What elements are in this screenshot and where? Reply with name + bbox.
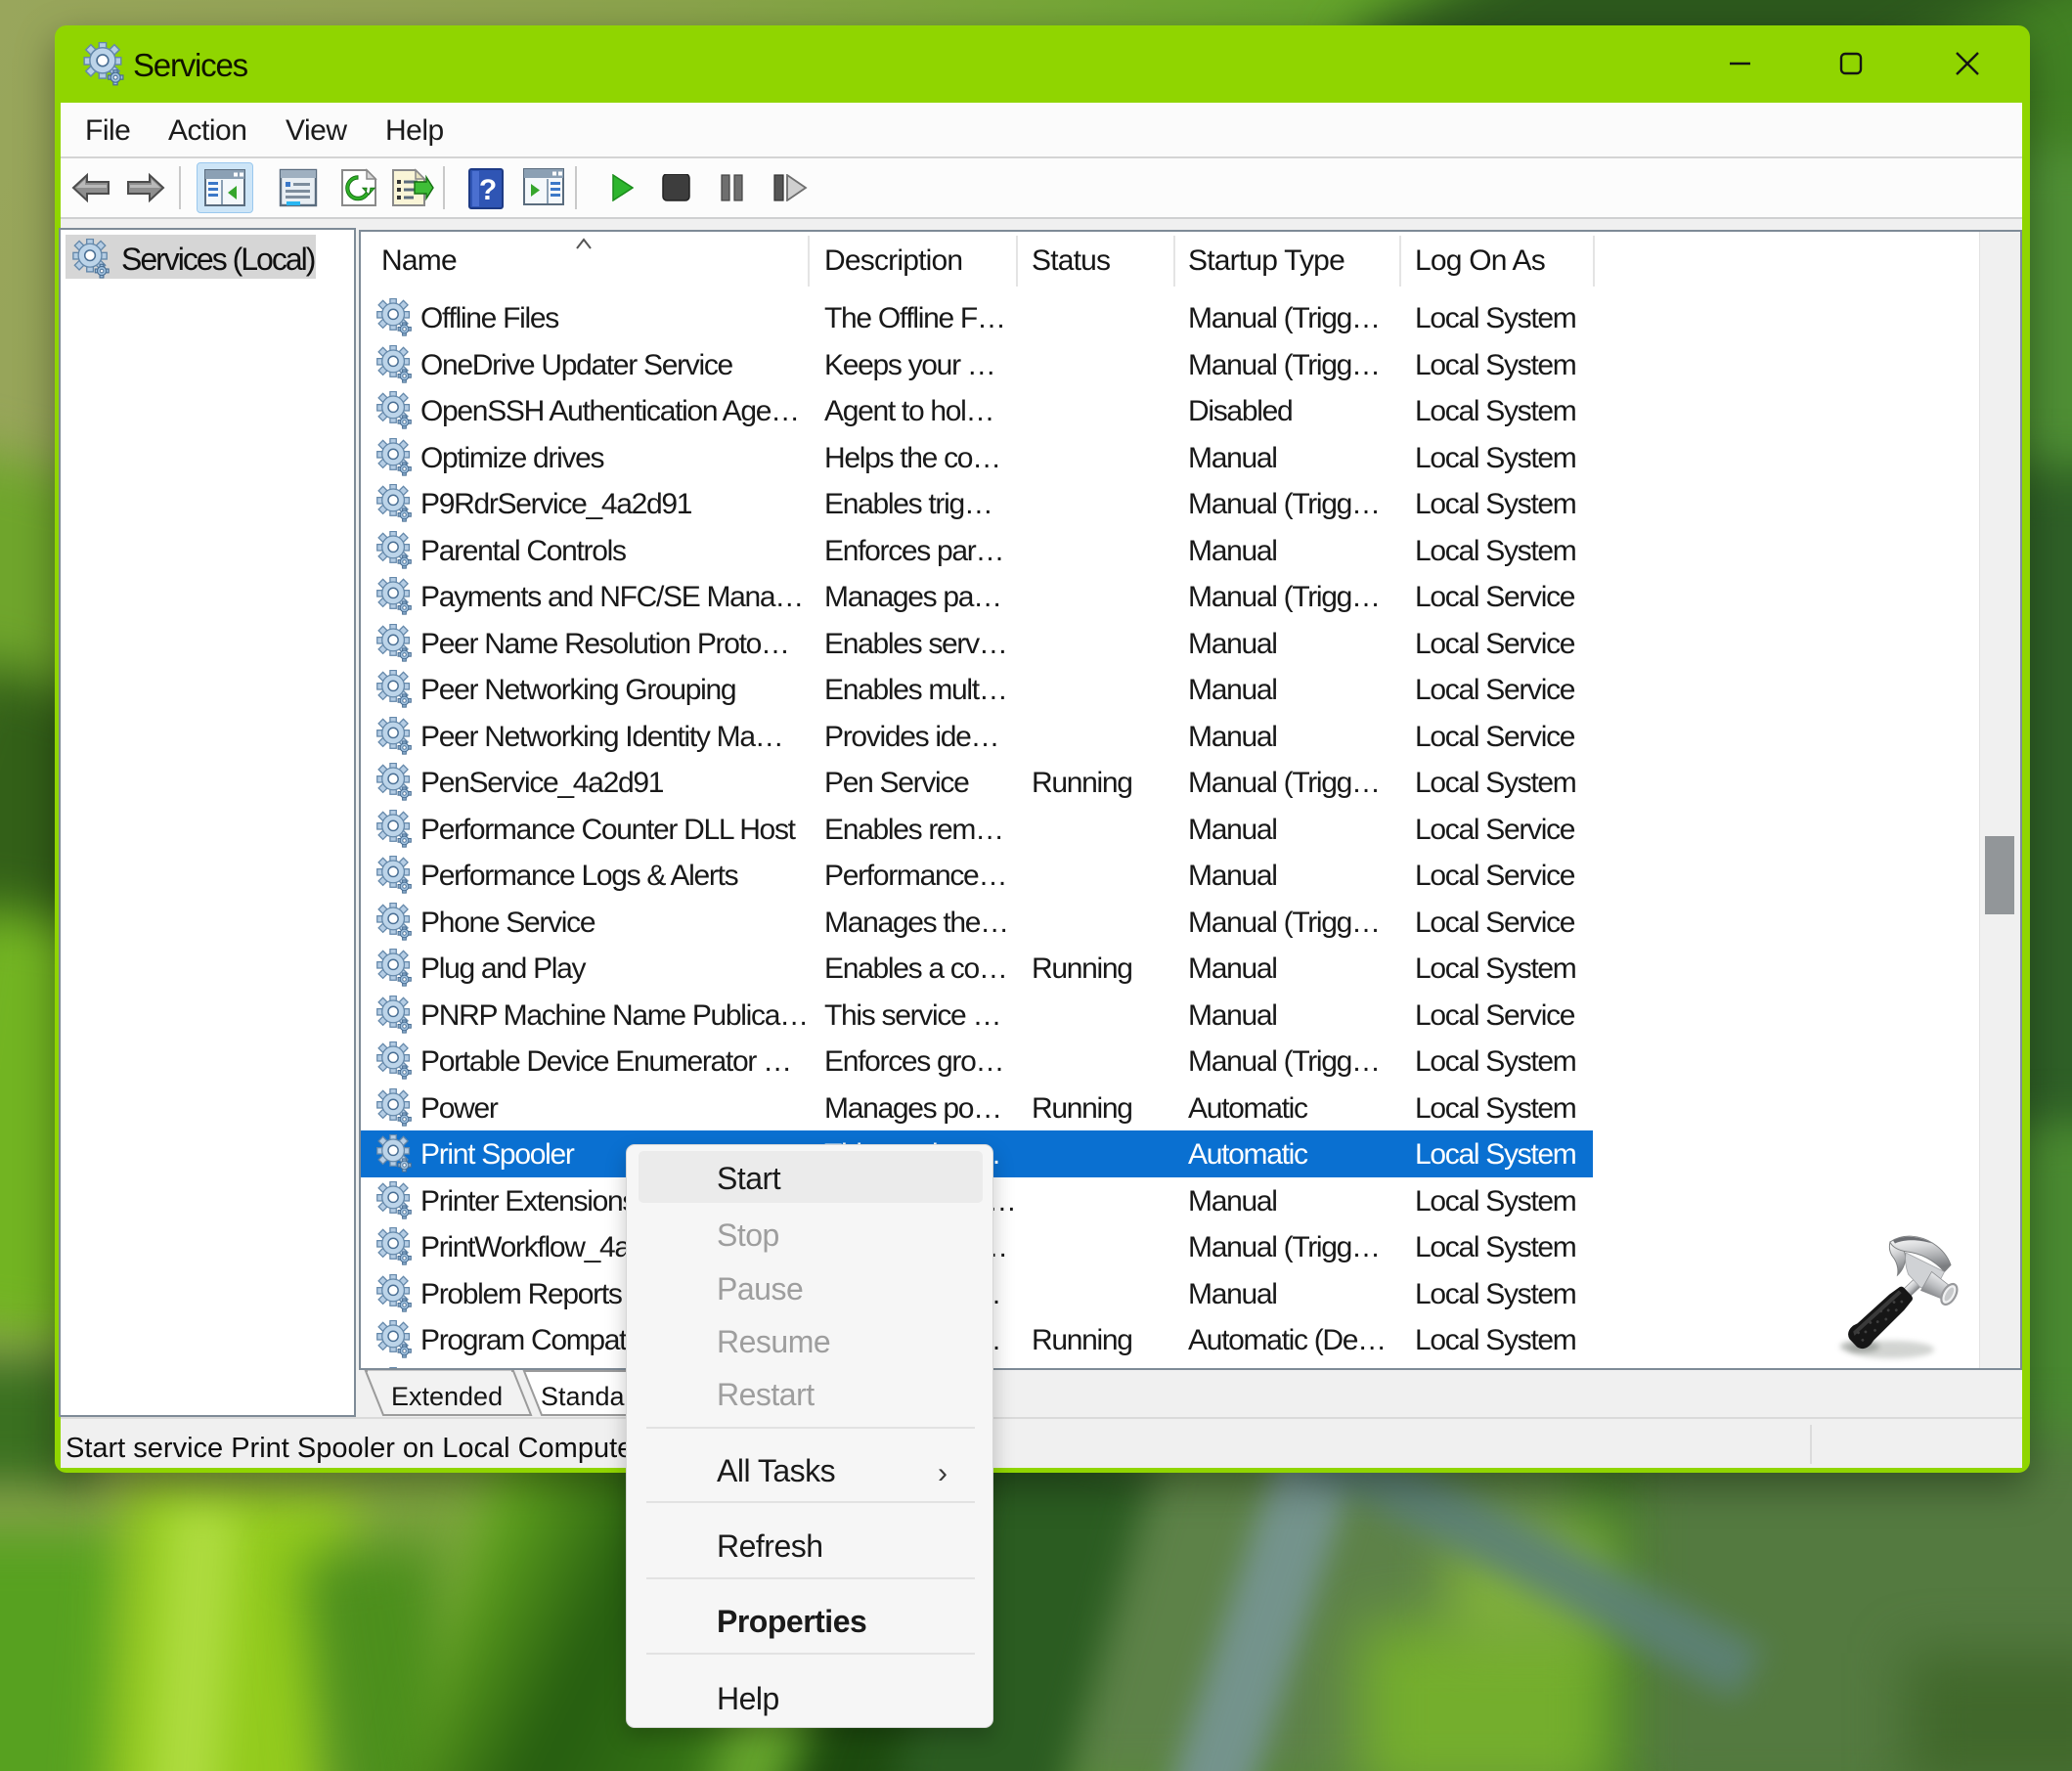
svg-text:?: ? xyxy=(479,174,497,206)
